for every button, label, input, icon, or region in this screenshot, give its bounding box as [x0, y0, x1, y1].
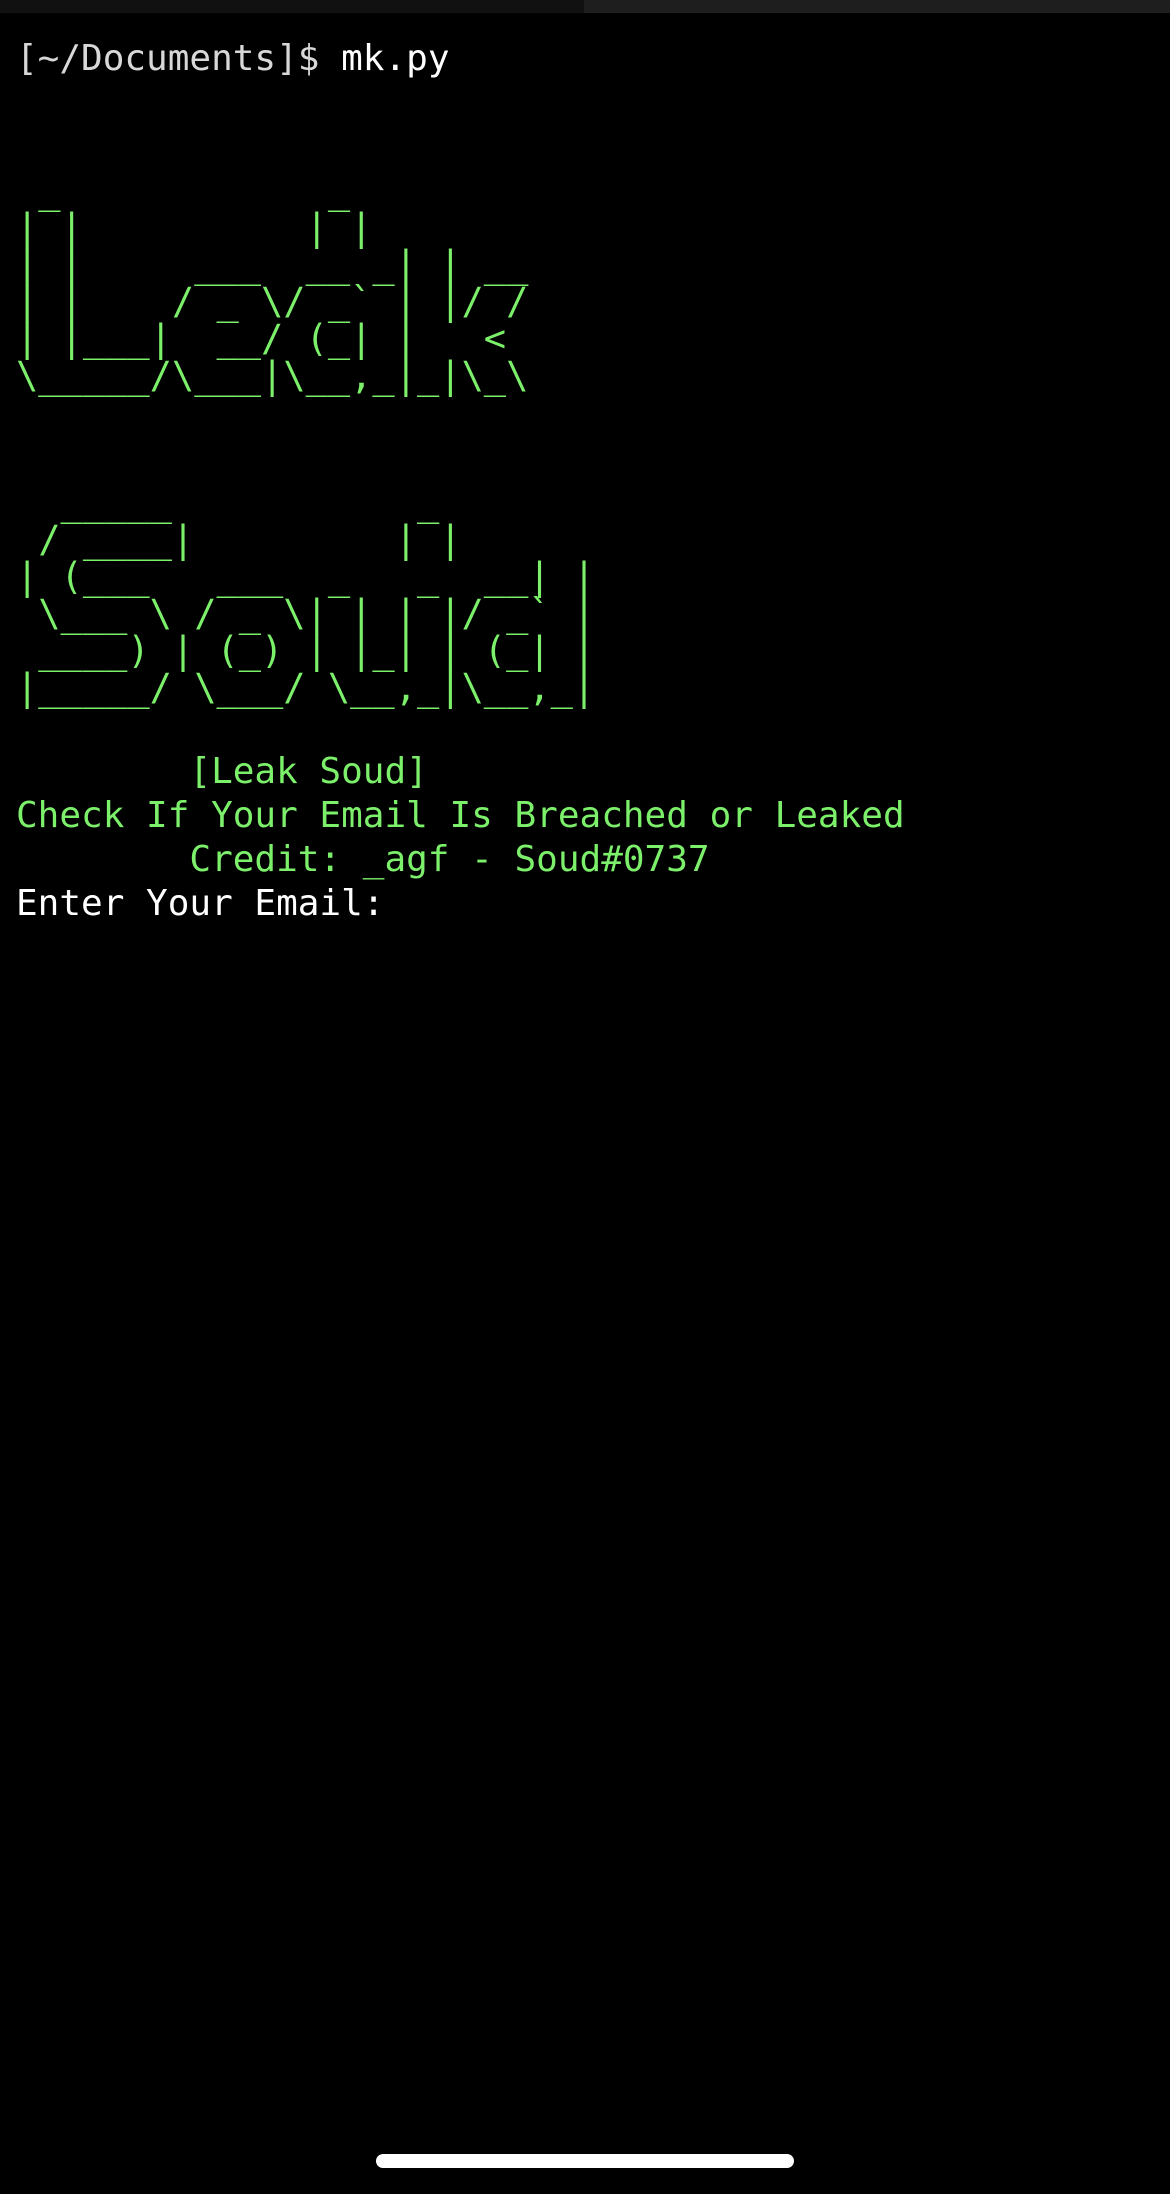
email-prompt-label: Enter Your Email:: [16, 883, 407, 924]
tool-credit: Credit: _agf - Soud#0737: [16, 839, 710, 880]
prompt-command: mk.py: [341, 38, 450, 79]
command-prompt-line: [~/Documents]$ mk.py: [16, 36, 1156, 82]
ascii-banner-soud: _____ _ / ____| | | | (___ ___ _ _ __| |…: [16, 481, 596, 709]
home-indicator[interactable]: [376, 2154, 794, 2168]
tool-title: [Leak Soud]: [16, 751, 428, 792]
tool-info-block: [Leak Soud] Check If Your Email Is Breac…: [16, 750, 1156, 882]
email-input[interactable]: [406, 882, 1107, 926]
tool-tagline: Check If Your Email Is Breached or Leake…: [16, 795, 905, 836]
top-status-bar-right: [584, 0, 1170, 13]
top-status-bar: [0, 0, 1170, 13]
ascii-banner-leak: _ _ | | | | | | ___ __ _| | __ | | / _ \…: [16, 169, 529, 397]
email-prompt-line: Enter Your Email:: [16, 882, 1156, 926]
terminal-window[interactable]: [~/Documents]$ mk.py _ _ | | | | | | ___…: [16, 36, 1156, 926]
prompt-path: [~/Documents]$: [16, 38, 320, 79]
